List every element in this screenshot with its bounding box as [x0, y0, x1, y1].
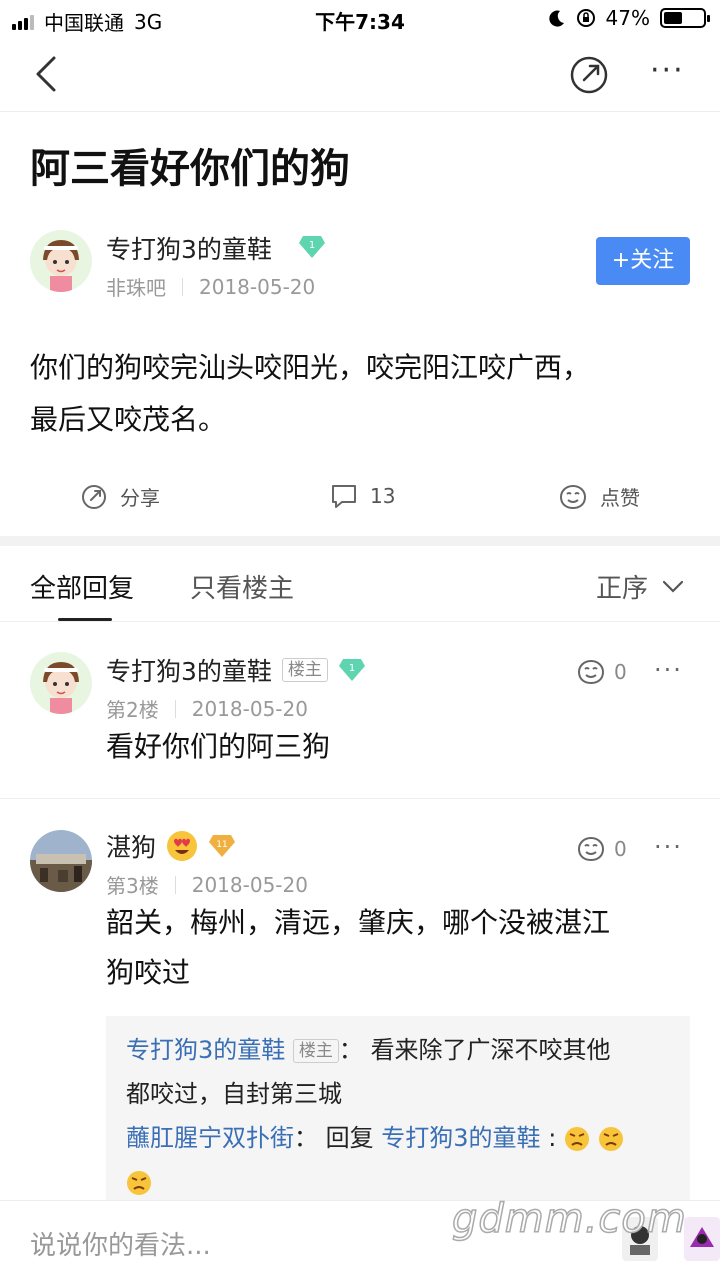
reply-author-row: 湛狗 11 [106, 828, 236, 864]
angry-emoji-icon [564, 1127, 589, 1151]
section-divider [0, 536, 720, 546]
follow-button[interactable]: +关注 [596, 237, 690, 285]
reply-more-icon[interactable]: ··· [654, 656, 683, 684]
nav-bar: ··· [0, 36, 720, 112]
battery-icon [660, 8, 710, 28]
reply-text: 韶关，梅州，清远，肇庆，哪个没被湛江 狗咬过 [106, 898, 696, 998]
back-arrow-icon[interactable] [28, 52, 68, 96]
forum-name[interactable]: 非珠吧 [106, 272, 166, 301]
reply-divider [0, 798, 720, 799]
post-body-line: 你们的狗咬完汕头咬阳光，咬完阳江咬广西， [30, 351, 591, 384]
op-badge: 楼主 [292, 1039, 339, 1063]
like-label: 点赞 [600, 486, 640, 510]
sub-reply-text: 都咬过，自封第三城 [126, 1080, 342, 1108]
reply-avatar[interactable] [30, 652, 92, 714]
share-action[interactable]: 分享 [80, 482, 160, 511]
status-bar: 中国联通 3G 下午7:34 47% [0, 0, 720, 36]
reply-date: 2018-05-20 [191, 696, 308, 721]
reply-prefix: 回复 [325, 1124, 374, 1152]
comment-icon [332, 485, 356, 508]
tab-underline [58, 618, 112, 621]
floor-number: 第2楼 [106, 698, 159, 722]
moon-icon [548, 10, 564, 27]
share-icon[interactable] [568, 54, 610, 96]
like-face-icon [577, 836, 605, 862]
share-icon [82, 484, 106, 509]
reply-like-count: 0 [614, 660, 627, 684]
reply-meta: 第2楼 2018-05-20 [106, 694, 308, 723]
post-body: 你们的狗咬完汕头咬阳光，咬完阳江咬广西， 最后又咬茂名。 [30, 342, 690, 446]
reply-like-count: 0 [614, 837, 627, 861]
angry-emoji-icon [127, 1171, 151, 1195]
sub-reply: 蘸肛腥宁双扑街： 回复 专打狗3的童鞋 : [126, 1116, 670, 1204]
like-face-icon [559, 484, 587, 509]
chevron-down-icon [662, 580, 684, 593]
heart-eyes-emoji-icon [167, 831, 198, 861]
sub-reply-colon: ： [294, 1124, 318, 1152]
sub-reply-author[interactable]: 专打狗3的童鞋 [126, 1036, 285, 1064]
reply-text-line: 狗咬过 [106, 956, 191, 989]
reply-to-user[interactable]: 专打狗3的童鞋 [381, 1124, 540, 1152]
level-gold-diamond-icon: 11 [209, 835, 236, 857]
reply-like-button[interactable]: 0 [576, 658, 627, 686]
op-badge: 楼主 [281, 658, 328, 682]
svg-text:1: 1 [349, 663, 355, 674]
sub-reply-colon: ： [338, 1036, 363, 1064]
like-action[interactable]: 点赞 [558, 482, 640, 511]
reply-text: 看好你们的阿三狗 [106, 730, 331, 763]
share-label: 分享 [120, 486, 160, 510]
reply-tabs: 全部回复 只看楼主 正序 [0, 546, 720, 622]
reply-meta: 第3楼 2018-05-20 [106, 870, 308, 899]
sub-reply-text: 看来除了广深不咬其他 [370, 1036, 611, 1064]
reply-author-name[interactable]: 专打狗3的童鞋 [106, 652, 272, 688]
post-title: 阿三看好你们的狗 [30, 146, 350, 192]
reply-avatar[interactable] [30, 830, 92, 892]
reply-like-button[interactable]: 0 [576, 835, 627, 863]
svg-text:11: 11 [216, 840, 227, 850]
author-avatar[interactable] [30, 230, 92, 292]
sub-reply-colon: : [548, 1124, 557, 1152]
sub-reply-box[interactable]: 专打狗3的童鞋 楼主： 看来除了广深不咬其他 都咬过，自封第三城 蘸肛腥宁双扑街… [106, 1016, 690, 1206]
sort-toggle[interactable]: 正序 [596, 568, 684, 605]
sort-label: 正序 [596, 574, 649, 604]
author-name[interactable]: 专打狗3的童鞋 [106, 230, 272, 266]
more-menu-icon[interactable]: ··· [650, 56, 690, 90]
comment-input[interactable]: 说说你的看法... [30, 1225, 211, 1262]
like-face-icon [577, 659, 605, 685]
comment-count: 13 [370, 484, 396, 508]
level-diamond-icon: 1 [338, 659, 365, 681]
angry-emoji-icon [598, 1127, 623, 1151]
tab-all-replies[interactable]: 全部回复 [30, 568, 134, 605]
sub-reply-author[interactable]: 蘸肛腥宁双扑街 [126, 1124, 294, 1152]
sub-reply: 专打狗3的童鞋 楼主： 看来除了广深不咬其他 都咬过，自封第三城 [126, 1028, 670, 1116]
svg-text:1: 1 [309, 240, 315, 251]
reply-text-line: 韶关，梅州，清远，肇庆，哪个没被湛江 [106, 906, 611, 939]
post-meta: 非珠吧 2018-05-20 [106, 272, 315, 301]
post-body-line: 最后又咬茂名。 [30, 403, 227, 436]
comment-action[interactable]: 13 [330, 482, 395, 510]
reply-more-icon[interactable]: ··· [654, 833, 683, 861]
reply-author-row: 专打狗3的童鞋 楼主 1 [106, 652, 366, 688]
floor-number: 第3楼 [106, 874, 159, 898]
sticker-thumbnail-icon[interactable] [684, 1217, 720, 1261]
post-date: 2018-05-20 [199, 274, 316, 299]
level-diamond-icon: 1 [299, 236, 325, 258]
reply-author-name[interactable]: 湛狗 [106, 828, 156, 864]
watermark: gdmm.com [451, 1195, 687, 1243]
battery-percent: 47% [605, 6, 650, 30]
reply-date: 2018-05-20 [191, 872, 308, 897]
rotation-lock-icon [576, 9, 595, 27]
tab-op-only[interactable]: 只看楼主 [190, 568, 294, 605]
post-actions: 分享 13 点赞 [0, 476, 720, 520]
